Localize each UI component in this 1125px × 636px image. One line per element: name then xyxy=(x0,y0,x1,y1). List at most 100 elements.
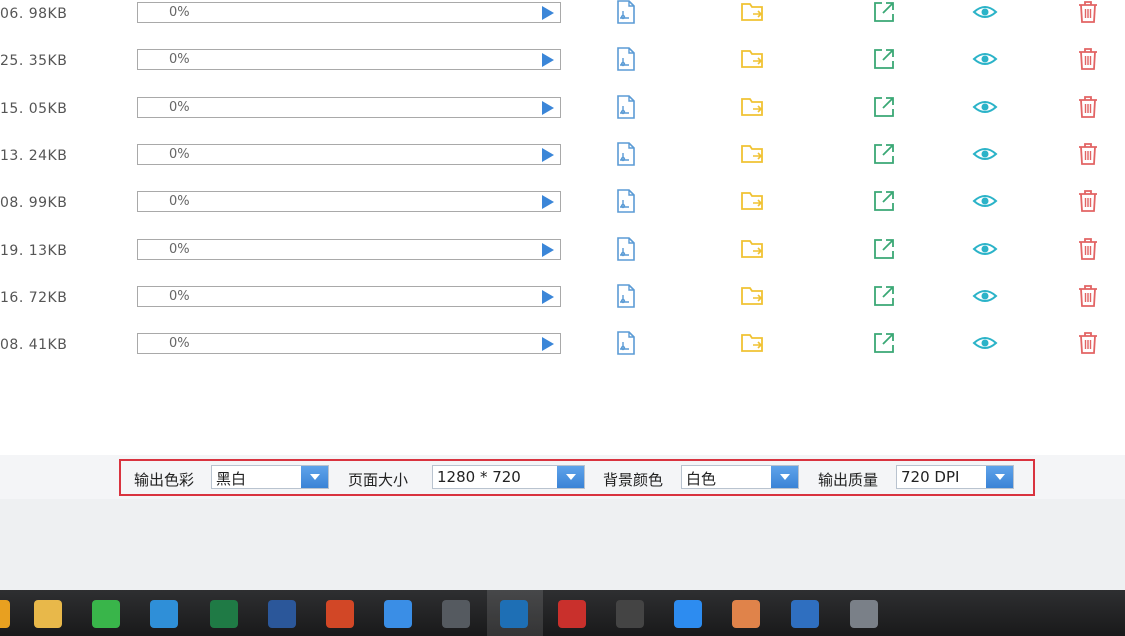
folder-open-icon[interactable] xyxy=(740,94,766,120)
file-row: 25. 35KB 0% xyxy=(0,46,1125,96)
taskbar-browser-icon[interactable] xyxy=(150,600,178,628)
output-color-label: 输出色彩 xyxy=(134,471,195,489)
progress-text: 0% xyxy=(169,194,190,210)
trash-icon[interactable] xyxy=(1075,188,1101,214)
file-icon[interactable] xyxy=(613,283,639,309)
taskbar-image-icon[interactable] xyxy=(732,600,760,628)
external-link-icon[interactable] xyxy=(871,283,897,309)
external-link-icon[interactable] xyxy=(871,330,897,356)
file-row: 15. 05KB 0% xyxy=(0,94,1125,144)
file-size: 25. 35KB xyxy=(0,53,68,70)
progress-bar: 0% xyxy=(137,96,561,118)
eye-icon[interactable] xyxy=(972,330,998,356)
external-link-icon[interactable] xyxy=(871,46,897,72)
play-icon[interactable] xyxy=(542,6,554,20)
trash-icon[interactable] xyxy=(1075,94,1101,120)
file-icon[interactable] xyxy=(613,236,639,262)
folder-open-icon[interactable] xyxy=(740,330,766,356)
trash-icon[interactable] xyxy=(1075,330,1101,356)
eye-icon[interactable] xyxy=(972,236,998,262)
taskbar-folder-icon[interactable] xyxy=(34,600,62,628)
file-size: 16. 72KB xyxy=(0,289,68,306)
file-icon[interactable] xyxy=(613,0,639,25)
taskbar-powerpoint-icon[interactable] xyxy=(326,600,354,628)
progress-bar: 0% xyxy=(137,238,561,260)
progress-text: 0% xyxy=(169,5,190,20)
taskbar-word-icon[interactable] xyxy=(268,600,296,628)
output-color-value: 黑白 xyxy=(216,470,247,488)
file-icon[interactable] xyxy=(613,94,639,120)
external-link-icon[interactable] xyxy=(871,94,897,120)
progress-text: 0% xyxy=(169,336,190,352)
play-icon[interactable] xyxy=(542,147,554,162)
eye-icon[interactable] xyxy=(972,94,998,120)
progress-text: 0% xyxy=(169,99,190,115)
progress-bar: 0% xyxy=(137,49,561,71)
output-color-select[interactable]: 黑白 xyxy=(211,465,329,489)
external-link-icon[interactable] xyxy=(871,236,897,262)
play-icon[interactable] xyxy=(542,53,554,68)
play-icon[interactable] xyxy=(542,100,554,115)
eye-icon[interactable] xyxy=(972,0,998,25)
file-icon[interactable] xyxy=(613,141,639,167)
chevron-down-icon[interactable] xyxy=(771,466,798,488)
play-icon[interactable] xyxy=(542,242,554,257)
taskbar-edge-icon[interactable] xyxy=(384,600,412,628)
file-row: 16. 72KB 0% xyxy=(0,283,1125,333)
eye-icon[interactable] xyxy=(972,46,998,72)
file-icon[interactable] xyxy=(613,188,639,214)
file-row: 08. 99KB 0% xyxy=(0,188,1125,238)
eye-icon[interactable] xyxy=(972,141,998,167)
background-color-select[interactable]: 白色 xyxy=(681,465,799,489)
file-size: 19. 13KB xyxy=(0,242,68,259)
chevron-down-icon[interactable] xyxy=(301,466,328,488)
file-row: 13. 24KB 0% xyxy=(0,141,1125,191)
taskbar-cad-icon[interactable] xyxy=(500,600,528,628)
taskbar-calculator-icon[interactable] xyxy=(442,600,470,628)
chevron-down-icon[interactable] xyxy=(557,466,584,488)
chevron-down-icon[interactable] xyxy=(986,466,1013,488)
play-icon[interactable] xyxy=(542,337,554,352)
eye-icon[interactable] xyxy=(972,188,998,214)
trash-icon[interactable] xyxy=(1075,141,1101,167)
external-link-icon[interactable] xyxy=(871,141,897,167)
folder-open-icon[interactable] xyxy=(740,236,766,262)
taskbar-cad-viewer-icon[interactable] xyxy=(791,600,819,628)
progress-text: 0% xyxy=(169,146,190,162)
trash-icon[interactable] xyxy=(1075,236,1101,262)
taskbar-excel-icon[interactable] xyxy=(210,600,238,628)
taskbar-monitor-icon[interactable] xyxy=(850,600,878,628)
play-icon[interactable] xyxy=(542,195,554,210)
taskbar-pen-icon[interactable] xyxy=(616,600,644,628)
empty-area xyxy=(0,499,1125,590)
file-icon[interactable] xyxy=(613,330,639,356)
progress-text: 0% xyxy=(169,241,190,257)
folder-open-icon[interactable] xyxy=(740,46,766,72)
play-icon[interactable] xyxy=(542,289,554,304)
file-size: 06. 98KB xyxy=(0,6,68,22)
output-quality-select[interactable]: 720 DPI xyxy=(896,465,1014,489)
taskbar-app-icon[interactable] xyxy=(0,600,10,628)
eye-icon[interactable] xyxy=(972,283,998,309)
folder-open-icon[interactable] xyxy=(740,283,766,309)
background-color-value: 白色 xyxy=(686,470,717,488)
external-link-icon[interactable] xyxy=(871,188,897,214)
output-quality-value: 720 DPI xyxy=(901,468,960,486)
progress-bar: 0% xyxy=(137,333,561,355)
trash-icon[interactable] xyxy=(1075,0,1101,25)
file-list: 06. 98KB 0% 25. 35KB 0% 15. 05KB 0% 13. 24KB 0%… xyxy=(0,0,1125,370)
progress-text: 0% xyxy=(169,288,190,304)
external-link-icon[interactable] xyxy=(871,0,897,25)
taskbar-qq-browser-icon[interactable] xyxy=(674,600,702,628)
trash-icon[interactable] xyxy=(1075,46,1101,72)
progress-bar: 0% xyxy=(137,285,561,307)
taskbar-app-icon[interactable] xyxy=(558,600,586,628)
folder-open-icon[interactable] xyxy=(740,0,766,25)
folder-open-icon[interactable] xyxy=(740,188,766,214)
taskbar-wechat-icon[interactable] xyxy=(92,600,120,628)
page-size-select[interactable]: 1280 * 720 xyxy=(432,465,585,489)
trash-icon[interactable] xyxy=(1075,283,1101,309)
folder-open-icon[interactable] xyxy=(740,141,766,167)
file-icon[interactable] xyxy=(613,46,639,72)
file-row: 06. 98KB 0% xyxy=(0,0,1125,49)
